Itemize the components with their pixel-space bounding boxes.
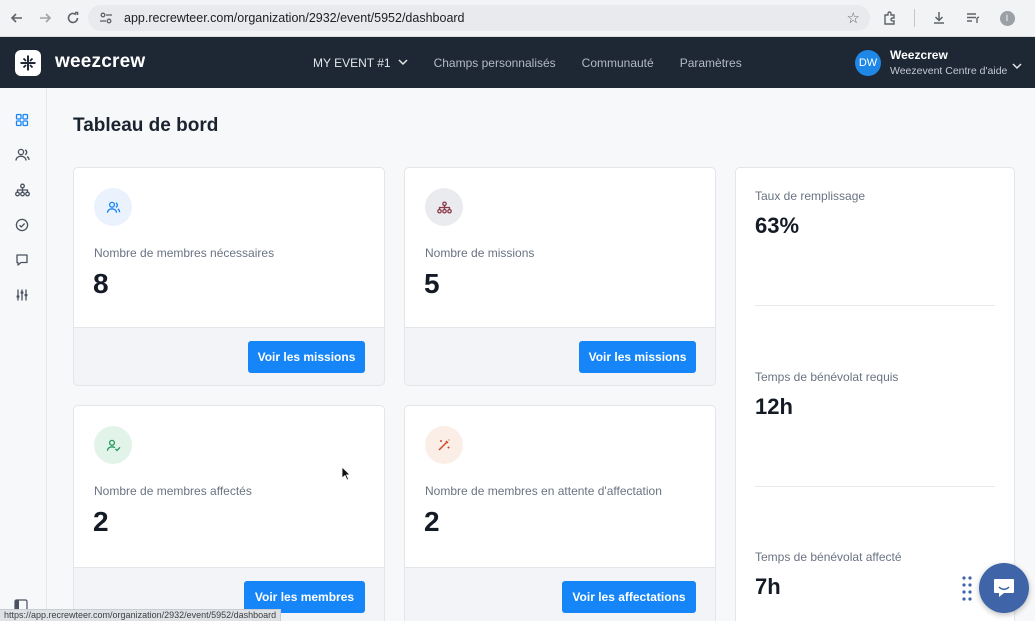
- card-label: Nombre de membres nécessaires: [94, 246, 275, 260]
- browser-menu-icon[interactable]: [1031, 8, 1035, 28]
- browser-toolbar: app.recrewteer.com/organization/2932/eve…: [0, 0, 1035, 37]
- sidebar: [0, 88, 47, 621]
- chat-button[interactable]: [979, 563, 1029, 613]
- divider: [755, 486, 995, 487]
- user-check-icon: [94, 426, 132, 464]
- stat-label-fill-rate: Taux de remplissage: [755, 189, 866, 203]
- stat-value-time-required: 12h: [755, 394, 793, 419]
- toolbar-divider: [914, 9, 915, 27]
- reload-icon[interactable]: [62, 7, 84, 29]
- magic-wand-icon: [425, 426, 463, 464]
- members-icon[interactable]: [13, 146, 31, 164]
- drag-handle-icon[interactable]: [961, 575, 973, 603]
- card-value: 2: [424, 506, 440, 537]
- back-icon[interactable]: [6, 7, 28, 29]
- chevron-down-icon[interactable]: [1012, 57, 1022, 75]
- card-label: Nombre de membres en attente d'affectati…: [425, 484, 662, 498]
- stat-label-time-assigned: Temps de bénévolat affecté: [755, 550, 902, 564]
- message-icon[interactable]: [13, 251, 31, 269]
- hierarchy-icon[interactable]: [13, 181, 31, 199]
- sliders-icon[interactable]: [13, 286, 31, 304]
- address-bar[interactable]: app.recrewteer.com/organization/2932/eve…: [88, 5, 870, 31]
- download-icon[interactable]: [929, 8, 949, 28]
- top-navigation: MY EVENT #1 Champs personnalisés Communa…: [313, 37, 768, 88]
- view-missions-button[interactable]: Voir les missions: [579, 341, 696, 373]
- logo-text[interactable]: weezcrew: [55, 51, 145, 73]
- card-footer: Voir les missions: [405, 327, 715, 385]
- forward-icon[interactable]: [34, 7, 56, 29]
- check-circle-icon[interactable]: [13, 216, 31, 234]
- card-value: 8: [93, 268, 109, 299]
- media-queue-icon[interactable]: [963, 8, 983, 28]
- avatar[interactable]: DW: [855, 49, 881, 76]
- card-members-assigned: Nombre de membres affectés 2 Voir les me…: [73, 405, 385, 621]
- card-footer: Voir les missions: [74, 327, 384, 385]
- user-info: Weezcrew Weezevent Centre d'aide: [890, 48, 1007, 77]
- card-label: Nombre de missions: [425, 246, 535, 260]
- card-members-pending: Nombre de membres en attente d'affectati…: [404, 405, 716, 621]
- chevron-down-icon: [398, 59, 408, 66]
- view-assignments-button[interactable]: Voir les affectations: [562, 581, 696, 613]
- card-value: 2: [93, 506, 109, 537]
- chat-bubble-icon: [994, 579, 1014, 597]
- dashboard-icon[interactable]: [13, 111, 31, 129]
- card-missions: Nombre de missions 5 Voir les missions: [404, 167, 716, 386]
- extensions-icon[interactable]: [880, 8, 900, 28]
- event-selector-label: MY EVENT #1: [313, 55, 391, 70]
- divider: [755, 305, 995, 306]
- profile-initial: I: [999, 10, 1015, 26]
- mouse-cursor-icon: [341, 466, 351, 486]
- user-subtitle: Weezevent Centre d'aide: [890, 65, 1008, 77]
- users-icon: [94, 188, 132, 226]
- nav-community[interactable]: Communauté: [582, 56, 654, 70]
- stat-value-time-assigned: 7h: [755, 574, 781, 599]
- user-menu[interactable]: DW Weezcrew Weezevent Centre d'aide: [855, 48, 1022, 77]
- nav-custom-fields[interactable]: Champs personnalisés: [434, 56, 556, 70]
- url-text[interactable]: app.recrewteer.com/organization/2932/eve…: [124, 11, 465, 25]
- app-header: weezcrew MY EVENT #1 Champs personnalisé…: [0, 37, 1035, 88]
- view-missions-button[interactable]: Voir les missions: [248, 341, 365, 373]
- event-selector[interactable]: MY EVENT #1: [313, 56, 408, 70]
- card-label: Nombre de membres affectés: [94, 484, 252, 498]
- status-bar-url: https://app.recrewteer.com/organization/…: [0, 609, 282, 621]
- hierarchy-icon: [425, 188, 463, 226]
- site-settings-icon[interactable]: [98, 10, 114, 26]
- page-title: Tableau de bord: [73, 115, 219, 136]
- stat-label-time-required: Temps de bénévolat requis: [755, 370, 899, 384]
- card-members-needed: Nombre de membres nécessaires 8 Voir les…: [73, 167, 385, 386]
- card-footer: Voir les affectations: [405, 567, 715, 621]
- bookmark-star-icon[interactable]: ☆: [847, 9, 860, 27]
- stats-card: Taux de remplissage 63% Temps de bénévol…: [735, 167, 1015, 621]
- user-name: Weezcrew: [890, 48, 948, 62]
- profile-avatar[interactable]: I: [997, 8, 1017, 28]
- card-value: 5: [424, 268, 440, 299]
- nav-settings[interactable]: Paramètres: [680, 56, 742, 70]
- weezcrew-logo-icon[interactable]: [15, 50, 41, 76]
- stat-value-fill-rate: 63%: [755, 213, 800, 238]
